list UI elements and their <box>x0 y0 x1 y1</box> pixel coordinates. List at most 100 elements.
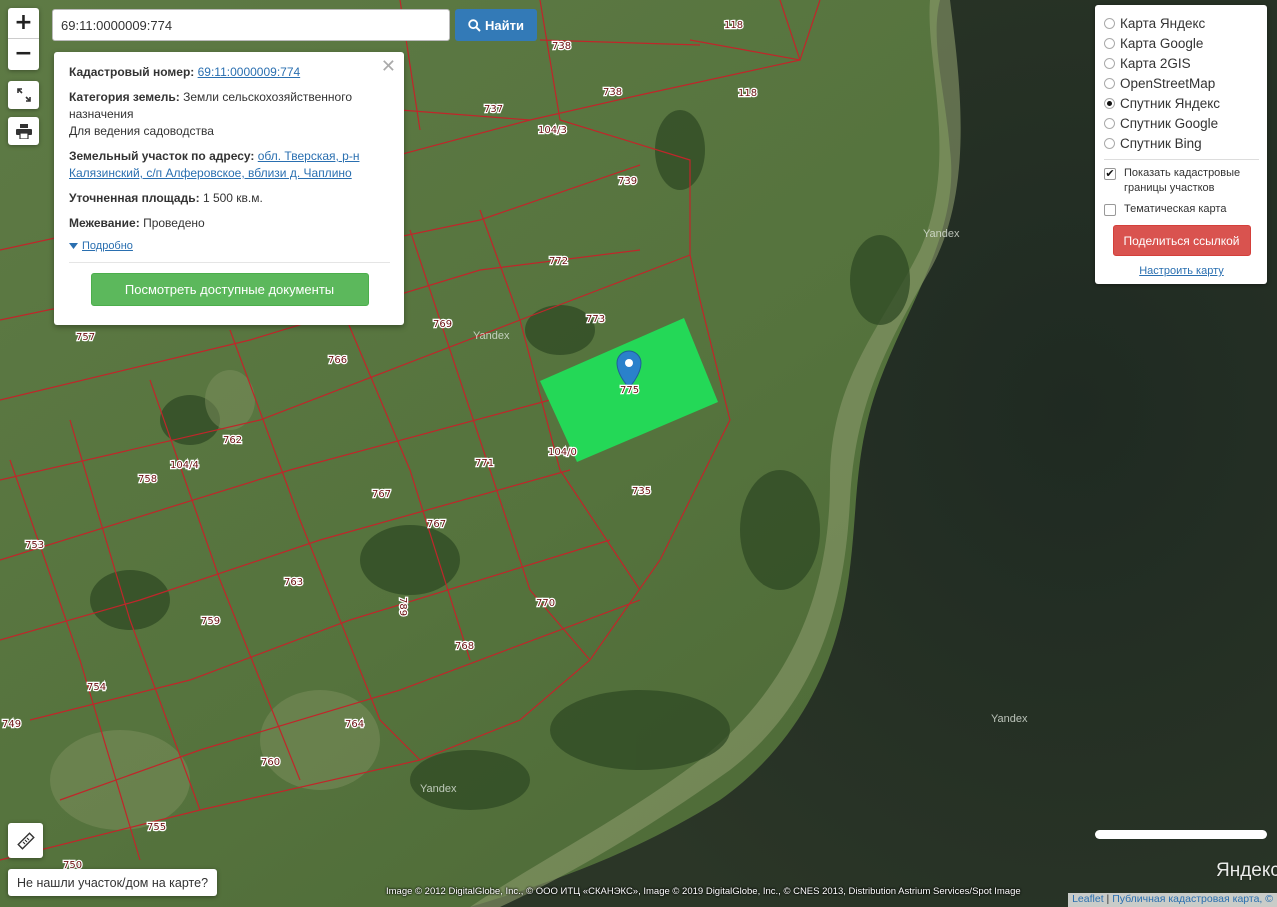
parcel-label: 739 <box>618 176 637 187</box>
parcel-label: 104/0 <box>548 447 577 458</box>
leaflet-link[interactable]: Leaflet <box>1072 893 1104 905</box>
radio-button[interactable] <box>1104 57 1115 69</box>
radio-button[interactable] <box>1104 77 1115 89</box>
share-link-button[interactable]: Поделиться ссылкой <box>1112 225 1251 256</box>
survey-value: Проведено <box>143 216 205 230</box>
printer-icon <box>15 123 32 139</box>
parcel-label: 737 <box>484 104 503 115</box>
parcel-label: 753 <box>25 540 44 551</box>
parcel-label: 758 <box>138 474 157 485</box>
radio-button[interactable] <box>1104 117 1115 129</box>
parcel-label: 773 <box>586 314 605 325</box>
parcel-label: 104/4 <box>170 460 199 471</box>
cadastral-number-link[interactable]: 69:11:0000009:774 <box>198 65 301 79</box>
parcel-label: 768 <box>455 641 474 652</box>
layer-option-label: Карта 2GIS <box>1120 55 1191 71</box>
radio-button-selected[interactable] <box>1104 97 1115 109</box>
view-documents-button[interactable]: Посмотреть доступные документы <box>90 273 369 306</box>
zoom-in-button[interactable]: + <box>8 8 39 39</box>
survey-label: Межевание: <box>69 216 140 230</box>
layer-option-bing-satellite[interactable]: Спутник Bing <box>1104 133 1259 153</box>
layer-option-yandex-satellite[interactable]: Спутник Яндекс <box>1104 93 1259 113</box>
pkk-link[interactable]: Публичная кадастровая карта, © <box>1112 893 1273 905</box>
layer-option-2gis-map[interactable]: Карта 2GIS <box>1104 53 1259 73</box>
details-toggle[interactable]: Подробно <box>69 240 390 252</box>
parcel-label: 769 <box>433 319 452 330</box>
radio-button[interactable] <box>1104 137 1115 149</box>
scale-bar <box>1095 830 1267 839</box>
details-toggle-label: Подробно <box>82 240 133 252</box>
parcel-label: 754 <box>87 682 106 693</box>
yandex-watermark: Yandex <box>420 783 457 795</box>
parcel-label: 766 <box>328 355 347 366</box>
parcel-not-found-button[interactable]: Не нашли участок/дом на карте? <box>8 869 218 896</box>
parcel-label: 735 <box>632 486 651 497</box>
parcel-label: 757 <box>76 332 95 343</box>
parcel-label: 789 <box>397 597 408 616</box>
zoom-control: + − <box>8 8 39 70</box>
radio-button[interactable] <box>1104 17 1115 29</box>
search-button-label: Найти <box>485 17 524 33</box>
parcel-label: 118 <box>738 88 757 99</box>
layer-option-label: Спутник Яндекс <box>1120 95 1221 111</box>
address-row: Земельный участок по адресу: обл. Тверск… <box>69 148 390 182</box>
layer-option-google-satellite[interactable]: Спутник Google <box>1104 113 1259 133</box>
zoom-out-button[interactable]: − <box>8 39 39 69</box>
parcel-label-selected: 775 <box>620 385 639 396</box>
layers-divider <box>1104 159 1259 160</box>
layer-option-google-map[interactable]: Карта Google <box>1104 33 1259 53</box>
yandex-watermark: Yandex <box>473 330 510 342</box>
area-row: Уточненная площадь: 1 500 кв.м. <box>69 190 390 207</box>
fullscreen-button[interactable] <box>8 81 39 109</box>
parcel-label: 763 <box>284 577 303 588</box>
area-label: Уточненная площадь: <box>69 191 200 205</box>
parcel-label: 767 <box>372 489 391 500</box>
parcel-label: 738 <box>552 41 571 52</box>
thematic-map-checkbox-row[interactable]: Тематическая карта <box>1104 202 1259 217</box>
land-category-row: Категория земель: Земли сельскохозяйстве… <box>69 89 390 140</box>
show-boundaries-checkbox-row[interactable]: ✔ Показать кадастровые границы участков <box>1104 166 1259 196</box>
parcel-label: 764 <box>345 719 364 730</box>
ruler-button[interactable] <box>8 823 43 858</box>
land-category-label: Категория земель: <box>69 90 180 104</box>
ruler-icon <box>16 831 35 850</box>
layer-option-yandex-map[interactable]: Карта Яндекс <box>1104 13 1259 33</box>
parcel-label: 104/3 <box>538 125 567 136</box>
close-popup-icon[interactable]: ✕ <box>381 56 396 77</box>
layer-option-label: Спутник Bing <box>1120 135 1202 151</box>
cadastral-search-input[interactable] <box>52 9 450 41</box>
area-value: 1 500 кв.м. <box>202 191 263 205</box>
layer-option-label: Спутник Google <box>1120 115 1219 131</box>
parcel-label: 738 <box>603 87 622 98</box>
show-boundaries-label: Показать кадастровые границы участков <box>1124 167 1241 194</box>
search-icon <box>468 18 481 32</box>
parcel-label: 749 <box>2 719 21 730</box>
parcel-label: 118 <box>724 20 743 31</box>
yandex-watermark: Yandex <box>923 228 960 240</box>
imagery-copyright: Image © 2012 DigitalGlobe, Inc., © ООО И… <box>386 886 1021 897</box>
cadastral-number-label: Кадастровый номер: <box>69 65 195 79</box>
search-button[interactable]: Найти <box>455 9 537 41</box>
parcel-label: 755 <box>147 822 166 833</box>
parcel-label: 771 <box>475 458 494 469</box>
parcel-label: 770 <box>536 598 555 609</box>
thematic-map-checkbox[interactable] <box>1104 204 1116 216</box>
cadastral-number-row: Кадастровый номер: 69:11:0000009:774 <box>69 64 390 81</box>
parcel-label: 762 <box>223 435 242 446</box>
fullscreen-icon <box>16 88 31 102</box>
parcel-label: 767 <box>427 519 446 530</box>
layer-option-label: Карта Google <box>1120 35 1204 51</box>
configure-map-link[interactable]: Настроить карту <box>1104 265 1259 277</box>
show-boundaries-checkbox[interactable]: ✔ <box>1104 168 1116 180</box>
print-button[interactable] <box>8 117 39 145</box>
survey-row: Межевание: Проведено <box>69 215 390 232</box>
yandex-logo: Яндекс <box>1216 860 1277 881</box>
map-attribution: Leaflet | Публичная кадастровая карта, © <box>1068 893 1277 907</box>
address-label: Земельный участок по адресу: <box>69 149 255 163</box>
radio-button[interactable] <box>1104 37 1115 49</box>
permitted-use-value: Для ведения садоводства <box>69 124 214 138</box>
layer-option-osm[interactable]: OpenStreetMap <box>1104 73 1259 93</box>
parcel-label: 759 <box>201 616 220 627</box>
yandex-watermark: Yandex <box>991 713 1028 725</box>
thematic-map-label: Тематическая карта <box>1124 203 1227 215</box>
